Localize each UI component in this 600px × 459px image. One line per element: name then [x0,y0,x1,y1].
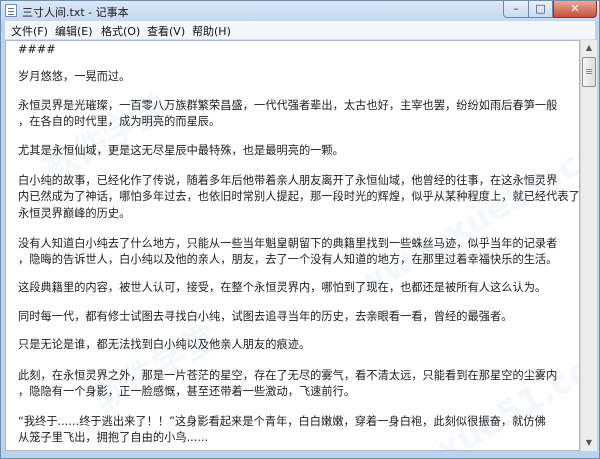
text-line: 同时每一代，都有修士试图去寻找白小纯，试图去追寻当年的历史，去亲眼看一看，曾经的… [18,310,513,323]
text-line: “我终于......终于逃出来了！！”这身影看起来是个青年，白白嫩嫩，穿着一身白… [18,415,546,428]
text-line: 从笼子里飞出，拥抱了自由的小鸟...... [18,431,209,444]
text-line: 只是无论是谁，都无法找到白小纯以及他亲人朋友的痕迹。 [18,338,311,351]
menu-help[interactable]: 帮助(H) [192,23,231,39]
text-line: 尤其是永恒仙域，更是这无尽星辰中最特殊，也是最明亮的一颗。 [18,144,344,157]
vertical-scrollbar[interactable]: ▲ ▼ [580,40,597,451]
text-line: ，在各自的时代里，成为明亮的而星辰。 [18,115,221,128]
scroll-down-arrow-icon[interactable]: ▼ [581,435,597,451]
menu-bar: 文件(F) 编辑(E) 格式(O) 查看(V) 帮助(H) [5,21,595,40]
text-line: 此刻，在永恒灵界之外，那是一片苍茫的星空，存在了无尽的雾气，看不清太远，只能看到… [18,369,558,382]
text-line: 没有人知道白小纯去了什么地方，只能从一些当年魁皇朝留下的典籍里找到一些蛛丝马迹，… [18,237,558,250]
close-button[interactable]: ✕ [553,1,597,18]
watermark: 软件学堂 [86,317,225,420]
maximize-button[interactable]: □ [528,1,553,18]
notepad-window: 三寸人间.txt - 记事本 – □ ✕ 文件(F) 编辑(E) 格式(O) 查… [0,0,600,459]
scroll-thumb[interactable] [582,57,596,87]
menu-file[interactable]: 文件(F) [11,23,48,39]
scroll-up-arrow-icon[interactable]: ▲ [581,40,597,56]
text-line: ，隐隐有一个身影，正一脸感慨，甚至还带着一些激动，飞速前行。 [18,385,356,398]
menu-edit[interactable]: 编辑(E) [55,23,93,39]
text-line: #### [18,43,56,56]
watermark: xue51.com [429,331,580,451]
text-line: ，隐晦的告诉世人，白小纯以及他的亲人，朋友，去了一个没有人知道的地方，在那里过着… [18,253,558,266]
text-line: 内已然成为了神话，哪怕多年过去，也依旧时常别人提起，那一段时光的辉煌，似乎从某种… [18,190,580,203]
window-title: 三寸人间.txt - 记事本 [22,6,129,19]
menu-view[interactable]: 查看(V) [147,23,185,39]
text-line: 白小纯的故事，已经化作了传说，随着多年后他带着亲人朋友离开了永恒仙域，他曾经的往… [18,174,558,187]
notepad-app-icon[interactable] [5,4,17,17]
watermark: www.xue51.com [346,115,580,307]
title-bar[interactable]: 三寸人间.txt - 记事本 – □ ✕ [1,1,599,21]
menu-format[interactable]: 格式(O) [101,23,140,39]
text-line: 永恒灵界是光璀璨，一百零八万族群繁荣昌盛，一代代强者辈出，太古也好，主宰也罢，纷… [18,99,558,112]
minimize-button[interactable]: – [503,1,529,18]
text-editor-area[interactable]: 软件学堂 www.xue51.com 软件学堂 xue51.com #### 岁… [5,40,580,451]
text-line: 这段典籍里的内容，被世人认可，接受，在整个永恒灵界内，哪怕到了现在，也都还是被所… [18,281,547,294]
text-line: 永恒灵界巅峰的历史。 [18,207,131,220]
text-line: 岁月悠悠，一晃而过。 [18,70,131,83]
